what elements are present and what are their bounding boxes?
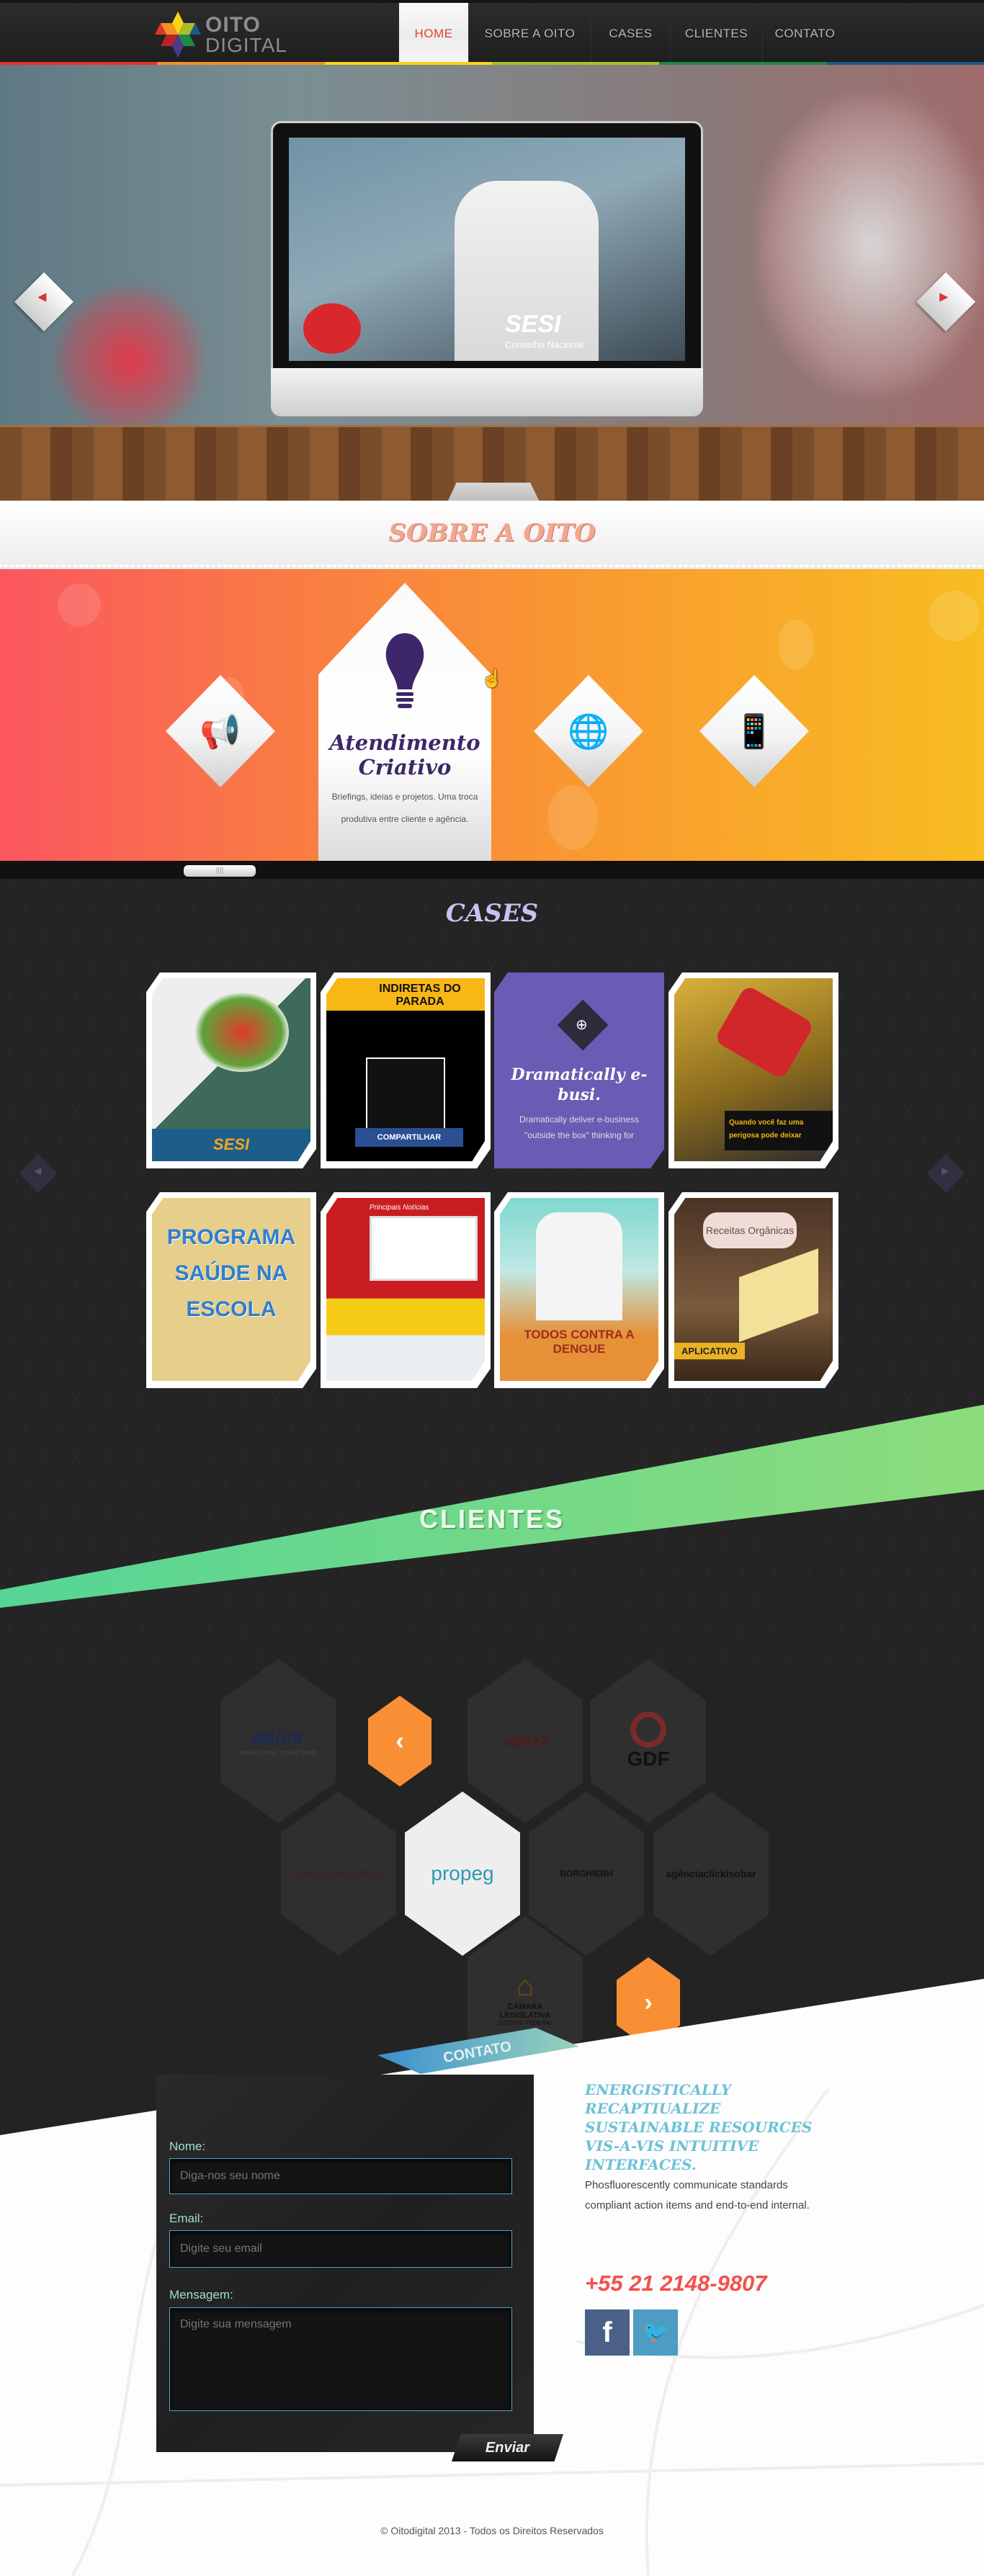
case-caption: TODOS CONTRA A DENGUE — [524, 1328, 635, 1356]
case-card[interactable]: Quando você faz uma perigosa pode deixar — [668, 972, 838, 1168]
case-caption: Quando você faz uma perigosa pode deixar — [729, 1119, 804, 1140]
case-caption: INDIRETAS DO PARADA — [379, 983, 461, 1008]
logo-icon — [155, 12, 201, 58]
top-navbar: OITO DIGITAL HOME SOBRE A OITO CASES CLI… — [0, 0, 984, 65]
service-mobile[interactable]: 📱 — [699, 675, 809, 787]
twitter-icon[interactable]: 🐦 — [633, 2309, 678, 2356]
bubble — [58, 583, 101, 627]
bubble — [547, 785, 598, 850]
slider-handle[interactable]: |||| — [184, 865, 256, 877]
oito-digital-logo[interactable]: OITO DIGITAL — [155, 12, 287, 58]
client-agenciaclick[interactable]: agênciaclickisobar — [653, 1792, 769, 1956]
case-card[interactable]: PROGRAMA SAÚDE NA ESCOLA — [146, 1192, 316, 1388]
arrow-left-icon: ◀ — [37, 291, 47, 304]
client-gdf[interactable]: GDF — [591, 1659, 706, 1823]
service-megaphone[interactable]: 📢 — [166, 675, 275, 787]
clients-prev-button[interactable]: ‹ — [368, 1696, 431, 1786]
case-card-hover[interactable]: ⊕ Dramatically e-busi. Dramatically deli… — [494, 972, 664, 1168]
slider-track — [0, 861, 984, 879]
case-title: Dramatically e-busi. — [511, 1065, 648, 1104]
monitor-screen: SESI Conselho Nacional — [289, 138, 685, 361]
cases-title: CASES — [445, 899, 539, 928]
hero-background-blur — [50, 281, 209, 439]
nav-contato[interactable]: CONTATO — [762, 3, 847, 65]
nav-cases[interactable]: CASES — [591, 3, 670, 65]
hero-background-blur — [756, 94, 984, 396]
zigzag-edge — [0, 565, 984, 571]
client-propeg[interactable]: propeg — [405, 1792, 520, 1956]
nav-sobre-a-oito[interactable]: SOBRE A OITO — [468, 3, 591, 65]
zoom-in-icon: ⊕ — [576, 1017, 588, 1033]
service-description: Briefings, ideias e projetos. Uma troca … — [331, 792, 478, 824]
case-card[interactable]: Principais Notícias — [321, 1192, 491, 1388]
case-card[interactable]: Receitas Orgânicas APLICATIVO — [668, 1192, 838, 1388]
nav-home[interactable]: HOME — [398, 3, 468, 65]
name-label: Nome: — [169, 2139, 206, 2153]
logo-text-oito: OITO — [205, 13, 261, 37]
case-caption: PROGRAMA SAÚDE NA ESCOLA — [166, 1225, 296, 1321]
case-caption: Receitas Orgânicas — [703, 1212, 797, 1248]
case-card[interactable]: SESI — [146, 972, 316, 1168]
case-badge: APLICATIVO — [674, 1343, 745, 1359]
arrow-right-icon: ▶ — [939, 291, 949, 304]
lightbulb-icon — [385, 633, 424, 708]
case-caption: SESI — [213, 1135, 250, 1153]
sesi-logo: SESI — [505, 310, 561, 338]
phone-number: +55 21 2148-9807 — [585, 2271, 767, 2296]
logo-text-digital: DIGITAL — [205, 34, 287, 56]
clientes-title: CLIENTES — [419, 1504, 565, 1534]
hand-cursor-icon: ☝ — [481, 669, 503, 689]
name-input[interactable] — [169, 2158, 512, 2194]
arrow-right-icon: ▶ — [941, 1165, 949, 1176]
client-calia[interactable]: caliaY2 — [468, 1659, 583, 1823]
service-globe[interactable]: 🌐 — [534, 675, 643, 787]
globe-icon: 🌐 — [568, 712, 609, 750]
monitor-chin: ● — [271, 368, 703, 414]
arrow-left-icon: ◀ — [34, 1165, 42, 1176]
contact-paragraph: Phosfluorescently communicate standards … — [585, 2179, 810, 2211]
sobre-title: SOBRE A OITO — [388, 519, 596, 547]
case-card[interactable]: INDIRETAS DO PARADA COMPARTILHAR — [321, 972, 491, 1168]
email-input[interactable] — [169, 2230, 512, 2268]
case-card[interactable]: TODOS CONTRA A DENGUE — [494, 1192, 664, 1388]
sobre-band — [0, 569, 984, 861]
case-description: Dramatically deliver e-business "outside… — [519, 1114, 640, 1140]
client-asics[interactable]: asics sound mind, sound body — [220, 1659, 336, 1823]
campaign-logo — [303, 303, 361, 354]
megaphone-icon: 📢 — [200, 712, 241, 750]
share-button: COMPARTILHAR — [355, 1128, 463, 1147]
case-caption: Principais Notícias — [370, 1204, 429, 1212]
email-label: Email: — [169, 2211, 204, 2225]
contact-form: Nome: Email: Mensagem: — [156, 2075, 534, 2452]
bubble — [929, 591, 980, 641]
service-title: Atendimento Criativo — [329, 730, 480, 779]
facebook-icon[interactable]: f — [585, 2309, 630, 2356]
message-textarea[interactable] — [169, 2307, 512, 2411]
chevron-left-icon: ‹ — [395, 1727, 404, 1755]
client-agnelo-pacheco[interactable]: AGNELOPACHECO — [281, 1792, 396, 1956]
hero-slider: SESI Conselho Nacional ● ◀ ▶ — [0, 65, 984, 501]
monitor-mockup: SESI Conselho Nacional ● — [271, 121, 703, 416]
nav-clientes[interactable]: CLIENTES — [670, 3, 762, 65]
sesi-logo-sub: Conselho Nacional — [505, 339, 584, 350]
message-label: Mensagem: — [169, 2288, 233, 2302]
bubble — [778, 620, 814, 670]
submit-button[interactable]: Enviar — [452, 2434, 563, 2461]
mobile-phone-icon: 📱 — [733, 712, 775, 750]
gdf-emblem-icon — [630, 1712, 666, 1748]
contact-heading: ENERGISTICALLY RECAPTIUALIZE SUSTAINABLE… — [585, 2081, 813, 2173]
footer-copyright: © Oitodigital 2013 - Todos os Direitos R… — [380, 2525, 604, 2536]
